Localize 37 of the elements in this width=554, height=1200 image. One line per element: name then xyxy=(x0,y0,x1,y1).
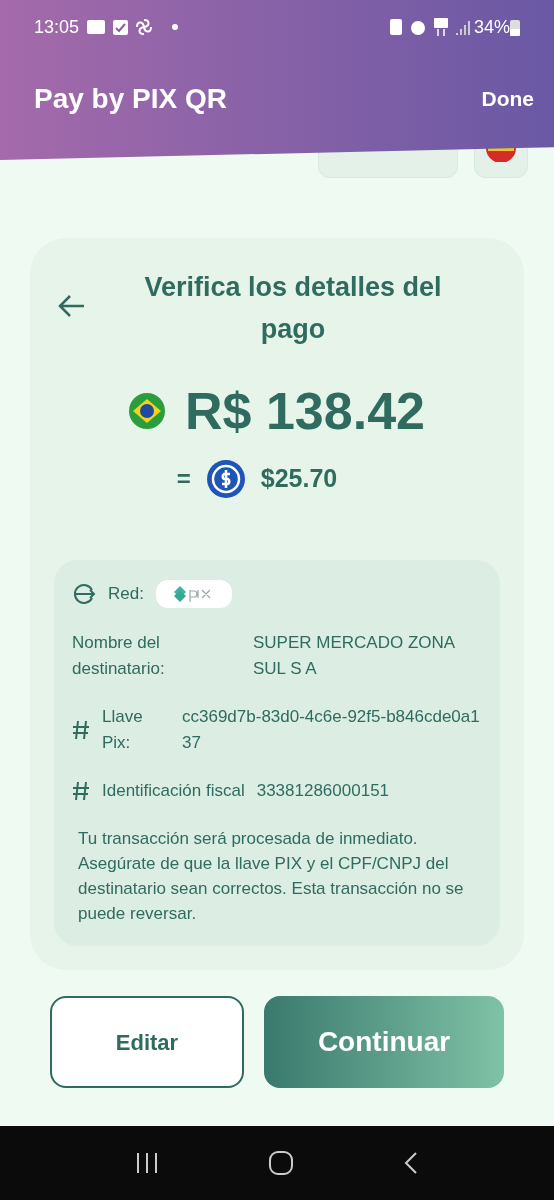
battery-icon xyxy=(510,18,520,36)
mobile-data-icon xyxy=(433,18,448,36)
flag-icon xyxy=(486,148,516,162)
equals-sign: = xyxy=(176,464,191,494)
signal-icon xyxy=(455,19,470,35)
field-value: cc369d7b-83d0-4c6e-92f5-b846cde0a137 xyxy=(181,706,481,754)
network-icon xyxy=(72,582,96,606)
notice-text: Tu transacción será procesada de inmediato. Asegúrate de que la llave PIX y el CPF/CNPJ del destinatario sean correctos. Esta transacción no se puede reversar. xyxy=(77,828,465,925)
balance-chip[interactable] xyxy=(318,148,458,178)
back-arrow-icon[interactable] xyxy=(58,294,86,318)
field-value: 33381286000151 xyxy=(256,780,390,802)
back-icon[interactable] xyxy=(403,1151,420,1175)
header-title: Pay by PIX QR xyxy=(34,82,227,116)
alarm-icon xyxy=(409,19,426,35)
amount-usd: $25.70 xyxy=(260,463,338,495)
field-label: Nombre del destinatario: xyxy=(72,632,166,680)
brazil-flag-icon xyxy=(129,393,165,429)
field-label: Identificación fiscal xyxy=(102,780,245,802)
done-button[interactable]: Done xyxy=(481,83,534,115)
status-time: 13:05 xyxy=(34,15,80,39)
card-title: Verifica los detalles del pago xyxy=(143,271,443,346)
amount-brl: R$ 138.42 xyxy=(185,381,425,442)
recent-apps-icon[interactable] xyxy=(134,1152,159,1174)
field-value: SUPER MERCADO ZONA SUL S A xyxy=(253,632,456,680)
battery-percent: 34% xyxy=(473,15,510,39)
dot-icon xyxy=(172,24,179,30)
hash-icon xyxy=(72,720,90,740)
checkbox-icon xyxy=(113,19,129,35)
edit-button[interactable]: Editar xyxy=(50,996,244,1088)
flag-chip[interactable] xyxy=(474,148,528,178)
continue-button[interactable]: Continuar xyxy=(264,996,504,1088)
field-label: Llave Pix: xyxy=(102,706,144,754)
home-icon[interactable] xyxy=(268,1150,294,1176)
network-label: Red: xyxy=(108,583,144,606)
hash-icon xyxy=(72,781,90,801)
dollar-coin-icon xyxy=(206,460,245,498)
pinwheel-icon xyxy=(136,19,153,35)
